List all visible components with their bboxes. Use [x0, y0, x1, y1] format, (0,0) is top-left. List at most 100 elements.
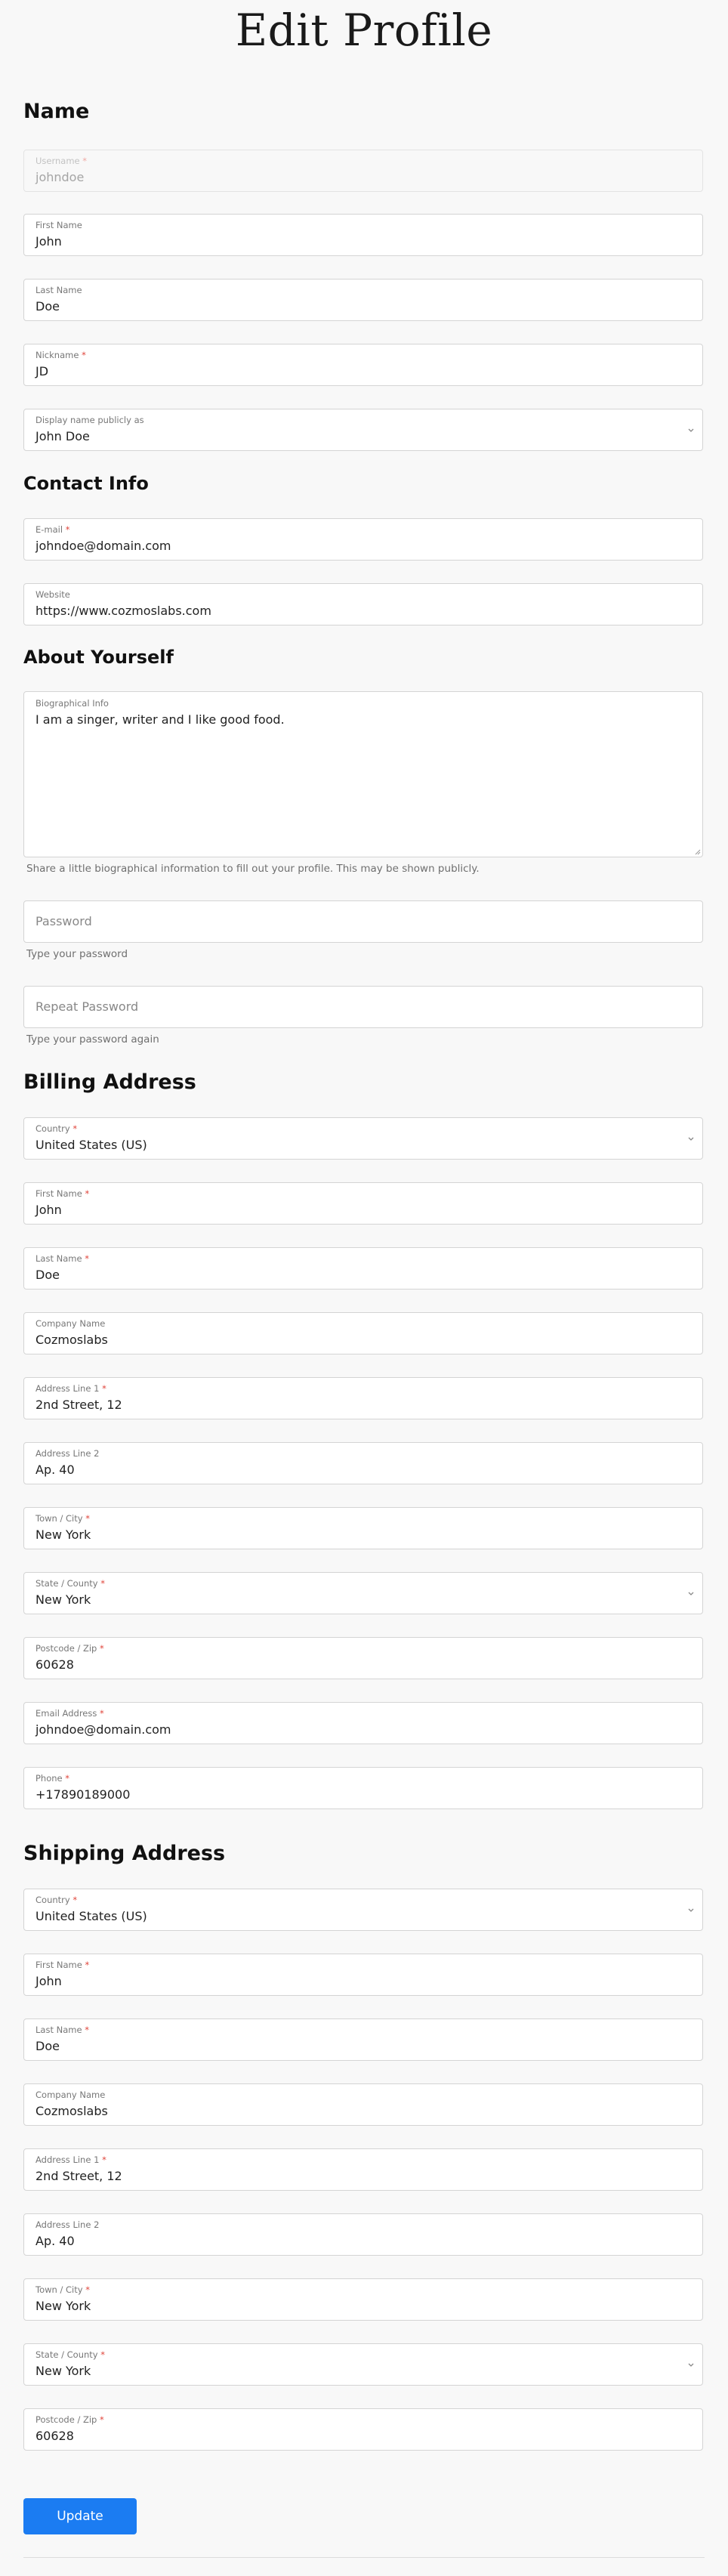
shipping-state-label: State / County *	[35, 2349, 105, 2360]
display-name-select[interactable]: Display name publicly as John Doe	[23, 409, 703, 451]
website-value: https://www.cozmoslabs.com	[35, 604, 211, 618]
billing-postcode-value: 60628	[35, 1657, 74, 1672]
billing-first-name-value: John	[35, 1203, 62, 1217]
nickname-value: JD	[35, 364, 49, 378]
display-name-label: Display name publicly as	[35, 415, 144, 425]
billing-address1-field[interactable]: Address Line 1 * 2nd Street, 12	[23, 1377, 703, 1419]
billing-company-value: Cozmoslabs	[35, 1333, 108, 1347]
email-field[interactable]: E-mail * johndoe@domain.com	[23, 518, 703, 561]
shipping-country-value: United States (US)	[35, 1909, 147, 1923]
billing-address2-field[interactable]: Address Line 2 Ap. 40	[23, 1442, 703, 1484]
chevron-down-icon	[688, 1908, 694, 1912]
shipping-state-select[interactable]: State / County * New York	[23, 2343, 703, 2386]
password-input[interactable]: Password	[23, 900, 703, 943]
shipping-first-name-value: John	[35, 1974, 62, 1988]
password-placeholder: Password	[35, 914, 92, 928]
repeat-password-placeholder: Repeat Password	[35, 999, 139, 1014]
billing-city-value: New York	[35, 1527, 91, 1542]
billing-company-field[interactable]: Company Name Cozmoslabs	[23, 1312, 703, 1354]
shipping-last-name-value: Doe	[35, 2039, 60, 2053]
shipping-first-name-field[interactable]: First Name * John	[23, 1954, 703, 1996]
billing-postcode-field[interactable]: Postcode / Zip * 60628	[23, 1637, 703, 1679]
billing-country-value: United States (US)	[35, 1138, 147, 1152]
billing-address2-value: Ap. 40	[35, 1463, 75, 1477]
billing-state-value: New York	[35, 1592, 91, 1607]
billing-last-name-label: Last Name *	[35, 1253, 89, 1264]
billing-address1-label: Address Line 1 *	[35, 1383, 106, 1394]
shipping-address1-value: 2nd Street, 12	[35, 2169, 122, 2183]
shipping-company-value: Cozmoslabs	[35, 2104, 108, 2118]
nickname-field[interactable]: Nickname * JD	[23, 344, 703, 386]
billing-address1-value: 2nd Street, 12	[35, 1398, 122, 1412]
shipping-city-label: Town / City *	[35, 2284, 90, 2295]
billing-email-value: johndoe@domain.com	[35, 1722, 171, 1737]
email-value: johndoe@domain.com	[35, 539, 171, 553]
billing-last-name-value: Doe	[35, 1268, 60, 1282]
repeat-password-input[interactable]: Repeat Password	[23, 986, 703, 1028]
shipping-state-value: New York	[35, 2364, 91, 2378]
shipping-address2-value: Ap. 40	[35, 2234, 75, 2248]
repeat-password-hint: Type your password again	[26, 1033, 159, 1046]
chevron-down-icon	[688, 2363, 694, 2367]
section-heading-name: Name	[23, 100, 90, 123]
billing-country-label: Country *	[35, 1123, 78, 1134]
shipping-postcode-label: Postcode / Zip *	[35, 2414, 104, 2425]
last-name-field[interactable]: Last Name Doe	[23, 279, 703, 321]
bio-hint: Share a little biographical information …	[26, 863, 480, 875]
shipping-address2-field[interactable]: Address Line 2 Ap. 40	[23, 2213, 703, 2256]
billing-phone-label: Phone *	[35, 1773, 70, 1784]
bio-textarea[interactable]: Biographical Info I am a singer, writer …	[23, 691, 703, 857]
billing-city-label: Town / City *	[35, 1513, 90, 1524]
username-field: Username * johndoe	[23, 150, 703, 192]
billing-city-field[interactable]: Town / City * New York	[23, 1507, 703, 1549]
billing-company-label: Company Name	[35, 1318, 106, 1329]
resize-grip-icon[interactable]	[693, 848, 701, 855]
chevron-down-icon	[688, 428, 694, 432]
bio-value: I am a singer, writer and I like good fo…	[35, 712, 285, 727]
billing-last-name-field[interactable]: Last Name * Doe	[23, 1247, 703, 1290]
shipping-city-field[interactable]: Town / City * New York	[23, 2278, 703, 2321]
billing-state-select[interactable]: State / County * New York	[23, 1572, 703, 1614]
section-heading-contact: Contact Info	[23, 473, 149, 494]
first-name-label: First Name	[35, 220, 82, 230]
shipping-country-label: Country *	[35, 1895, 78, 1905]
billing-country-select[interactable]: Country * United States (US)	[23, 1117, 703, 1160]
shipping-company-field[interactable]: Company Name Cozmoslabs	[23, 2083, 703, 2126]
username-label: Username *	[35, 156, 88, 166]
shipping-address1-label: Address Line 1 *	[35, 2154, 106, 2165]
section-heading-about: About Yourself	[23, 647, 174, 668]
billing-email-field[interactable]: Email Address * johndoe@domain.com	[23, 1702, 703, 1744]
chevron-down-icon	[688, 1137, 694, 1141]
chevron-down-icon	[688, 1592, 694, 1595]
website-label: Website	[35, 589, 70, 600]
shipping-postcode-value: 60628	[35, 2429, 74, 2443]
billing-first-name-field[interactable]: First Name * John	[23, 1182, 703, 1225]
shipping-company-label: Company Name	[35, 2090, 106, 2100]
last-name-value: Doe	[35, 299, 60, 314]
page-title: Edit Profile	[235, 5, 493, 56]
billing-postcode-label: Postcode / Zip *	[35, 1643, 104, 1654]
shipping-address2-label: Address Line 2	[35, 2219, 100, 2230]
billing-email-label: Email Address *	[35, 1708, 104, 1719]
display-name-value: John Doe	[35, 429, 90, 443]
shipping-country-select[interactable]: Country * United States (US)	[23, 1889, 703, 1931]
billing-state-label: State / County *	[35, 1578, 105, 1589]
billing-phone-value: +17890189000	[35, 1787, 131, 1802]
billing-first-name-label: First Name *	[35, 1188, 90, 1199]
shipping-city-value: New York	[35, 2299, 91, 2313]
shipping-last-name-field[interactable]: Last Name * Doe	[23, 2018, 703, 2061]
first-name-field[interactable]: First Name John	[23, 214, 703, 256]
first-name-value: John	[35, 234, 62, 249]
email-label: E-mail *	[35, 524, 70, 535]
username-value: johndoe	[35, 170, 85, 184]
website-field[interactable]: Website https://www.cozmoslabs.com	[23, 583, 703, 625]
billing-phone-field[interactable]: Phone * +17890189000	[23, 1767, 703, 1809]
password-hint: Type your password	[26, 948, 128, 960]
nickname-label: Nickname *	[35, 350, 86, 360]
update-button[interactable]: Update	[23, 2498, 137, 2534]
bottom-divider	[23, 2557, 705, 2558]
billing-address2-label: Address Line 2	[35, 1448, 100, 1459]
bio-label: Biographical Info	[35, 698, 109, 709]
shipping-postcode-field[interactable]: Postcode / Zip * 60628	[23, 2408, 703, 2451]
shipping-address1-field[interactable]: Address Line 1 * 2nd Street, 12	[23, 2148, 703, 2191]
